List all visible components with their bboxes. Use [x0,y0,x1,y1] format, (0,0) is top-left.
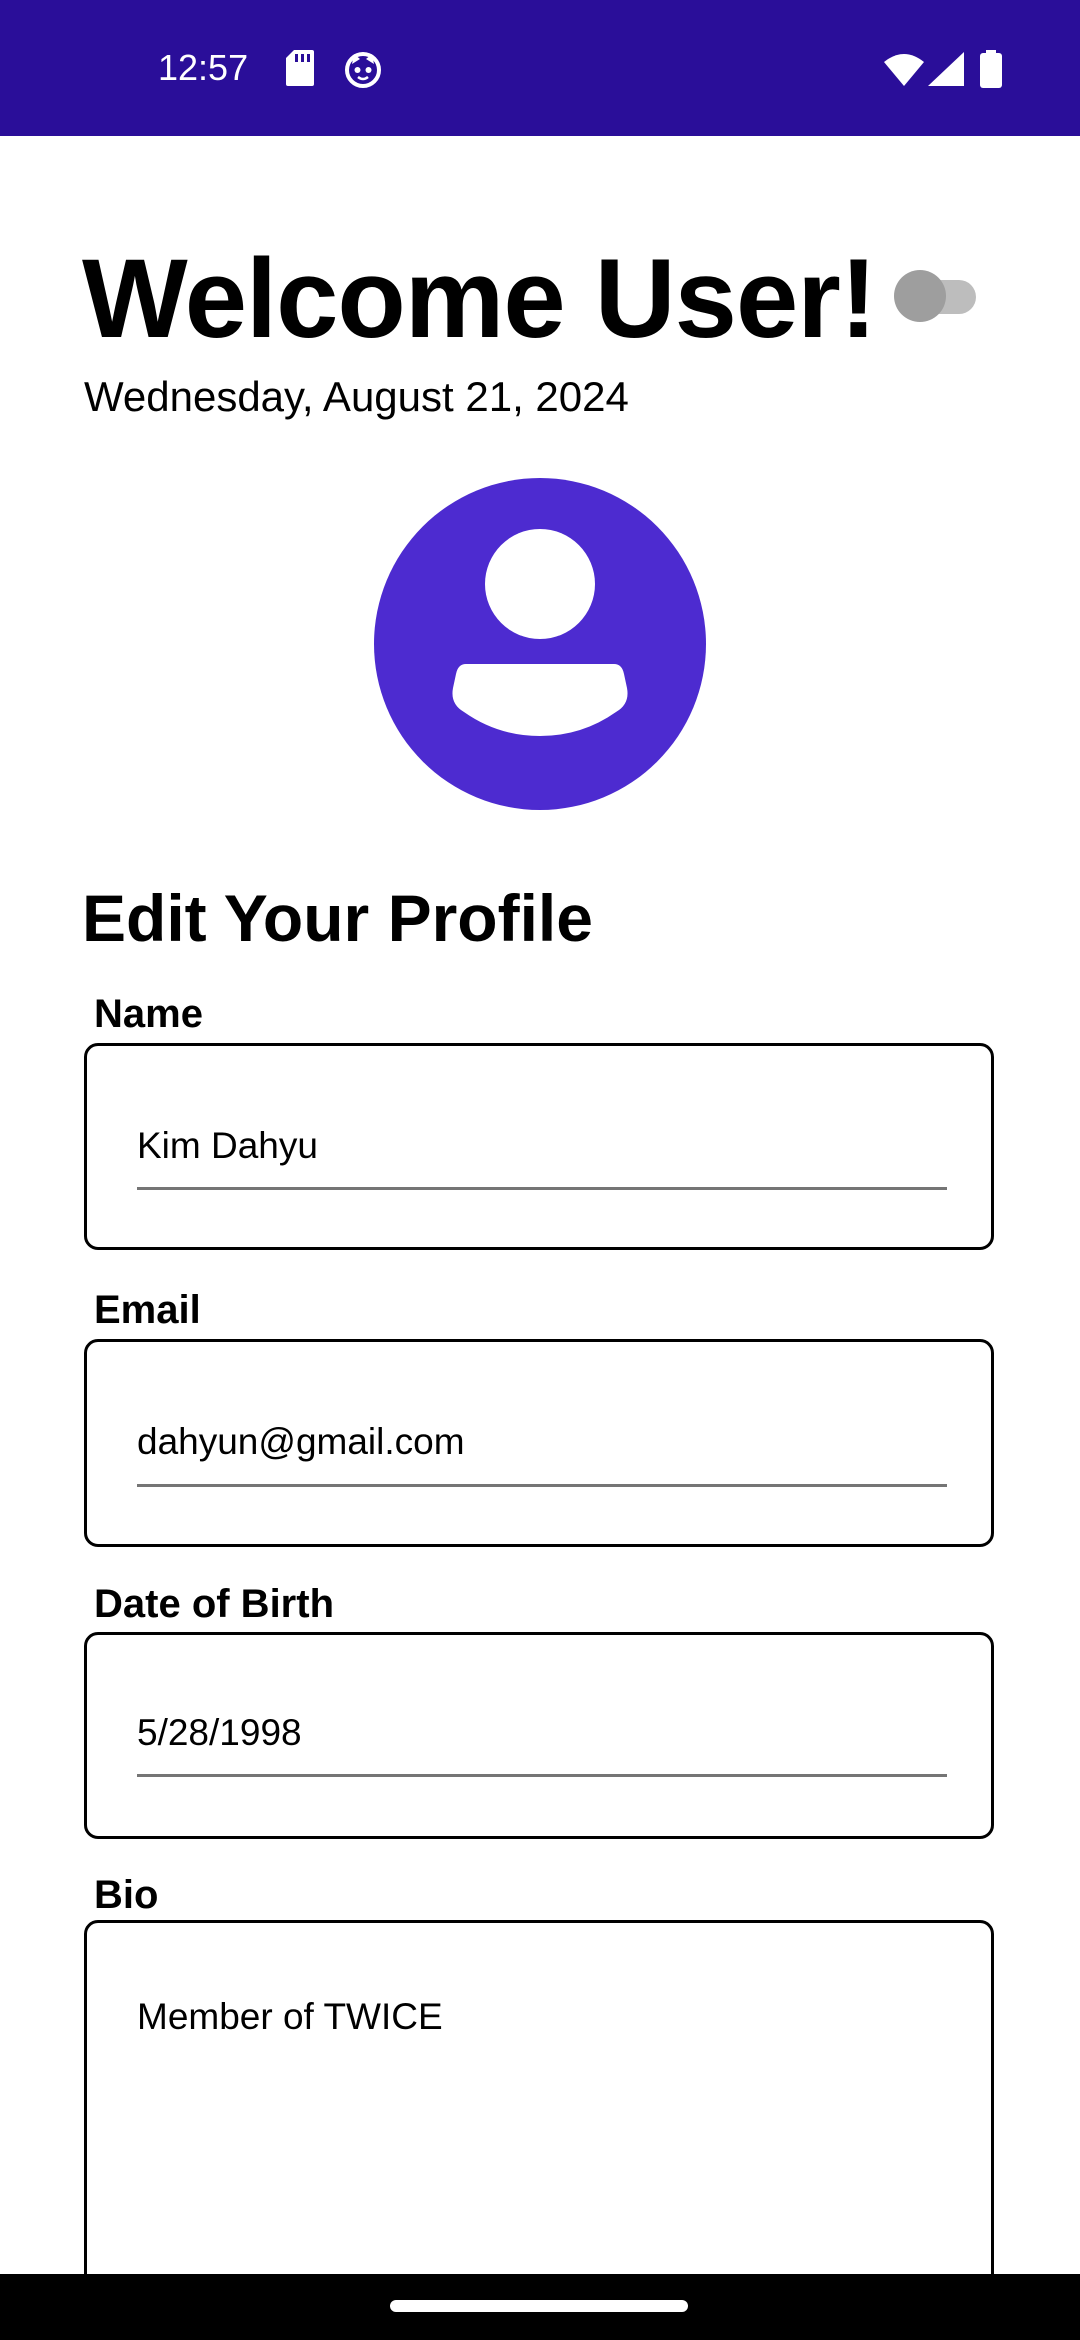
email-field[interactable]: dahyun@gmail.com [84,1339,994,1547]
home-gesture-handle[interactable] [390,2300,688,2312]
wifi-icon [884,52,924,91]
status-time: 12:57 [158,47,249,88]
toggle-thumb [894,270,946,322]
cat-face-icon [344,50,382,93]
bio-input-value[interactable]: Member of TWICE [137,1995,443,2039]
name-input-underline [137,1187,947,1190]
account-circle-icon [374,478,706,810]
name-label: Name [94,992,203,1036]
email-label: Email [94,1288,201,1332]
dob-input-value[interactable]: 5/28/1998 [137,1711,302,1755]
bio-label: Bio [94,1873,159,1917]
dob-input-underline [137,1774,947,1777]
current-date: Wednesday, August 21, 2024 [84,373,629,420]
email-input-underline [137,1484,947,1487]
theme-toggle-switch[interactable] [894,262,984,324]
profile-avatar[interactable] [374,478,706,810]
navigation-bar [0,2274,1080,2340]
welcome-title: Welcome User! [82,236,877,361]
dob-label: Date of Birth [94,1582,334,1626]
status-bar: 12:57 [0,0,1080,136]
email-input-value[interactable]: dahyun@gmail.com [137,1420,465,1464]
sd-card-icon [286,50,314,91]
edit-profile-heading: Edit Your Profile [82,881,593,955]
name-field[interactable]: Kim Dahyu [84,1043,994,1250]
name-input-value[interactable]: Kim Dahyu [137,1124,318,1168]
battery-icon [980,50,1002,93]
bio-field[interactable]: Member of TWICE [84,1920,994,2300]
cellular-signal-icon [928,52,964,91]
dob-field[interactable]: 5/28/1998 [84,1632,994,1839]
